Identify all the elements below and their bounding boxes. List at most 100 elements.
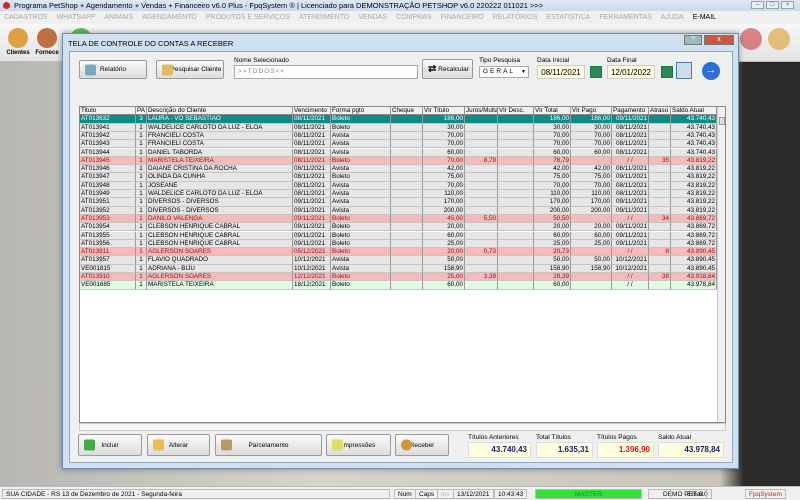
status-caps: Caps — [415, 489, 439, 499]
maximize-button[interactable]: □ — [766, 1, 779, 9]
table-row[interactable]: AT013942 1 FRANCIELI COSTA 08/11/2021 Avista… — [80, 131, 718, 141]
calendar-icon[interactable] — [590, 66, 602, 78]
column-header[interactable]: Titulo — [80, 107, 136, 116]
table-row[interactable]: AT013956 1 CLEBSON HENRIQUE CABRAL 09/11/20… — [80, 239, 718, 249]
grid-cell — [465, 165, 498, 174]
grid-cell: Boleto — [331, 231, 391, 240]
pesquisar-cliente-button[interactable]: Pesquisar Cliente — [156, 60, 224, 79]
relatorio-button[interactable]: Relatório — [79, 60, 147, 79]
horizontal-scrollbar[interactable] — [79, 423, 726, 431]
grid-cell: 10/12/2021 — [612, 256, 649, 265]
column-header[interactable]: Forma pgto — [331, 107, 391, 116]
menu-item[interactable]: E-MAIL — [693, 11, 716, 24]
dialog-close-button[interactable]: x — [704, 35, 734, 45]
menu-item[interactable]: PRODUTOS E SERVIÇOS — [206, 11, 290, 24]
grid-cell — [391, 165, 423, 174]
table-row[interactable]: AT013911 1 AGLERSON SOARES 05/12/2021 Boleto… — [80, 248, 718, 257]
table-row[interactable]: AT013957 1 FLAVIO QUADRADO 10/12/2021 Avista… — [80, 256, 718, 265]
status-email-button[interactable]: Email — [670, 489, 708, 499]
column-header[interactable]: Vlr Desc. — [498, 107, 534, 116]
table-row[interactable]: AT013947 1 OLINDA DA CUNHA 08/11/2021 Boleto… — [80, 173, 718, 182]
menu-item[interactable]: AJUDA — [661, 11, 684, 24]
grid-cell — [465, 231, 498, 240]
column-header[interactable]: Saldo Atual — [671, 107, 717, 116]
column-header[interactable]: Descrição do Cliente — [147, 107, 293, 116]
clientes-button[interactable]: Clientes — [4, 26, 32, 60]
incluir-button[interactable]: Incluir — [78, 434, 142, 456]
parcelamento-button[interactable]: Parcelamento — [215, 434, 322, 456]
receber-button[interactable]: Receber — [395, 434, 449, 456]
nome-selecionado-input[interactable]: >>TODOS<< — [234, 65, 418, 79]
menu-item[interactable]: ATENDIMENTO — [299, 11, 349, 24]
table-row[interactable]: AT013949 1 WALDELICE CARLOTO DA LUZ - ELOÁ… — [80, 190, 718, 199]
menu-item[interactable]: AGENDAMENTO — [142, 11, 197, 24]
table-row[interactable]: AT013954 1 CLEBSON HENRIQUE CABRAL 09/11/20… — [80, 223, 718, 232]
menu-item[interactable]: COMPRAS — [396, 11, 431, 24]
column-header[interactable]: Cheque — [391, 107, 423, 116]
grid-cell: AT013944 — [80, 148, 136, 157]
toolbar-icon[interactable] — [740, 28, 762, 50]
table-row[interactable]: AT013948 1 JOSEANE 08/11/2021 Avista 70,00 70,… — [80, 181, 718, 190]
table-row[interactable]: AT013953 1 DANILO VALENGA 09/11/2021 Boleto 4… — [80, 214, 718, 224]
grid-cell: 10/12/2021 — [293, 264, 331, 273]
grid-cell: Boleto — [331, 223, 391, 232]
menu-item[interactable]: CADASTROS — [4, 11, 48, 24]
grid-cell: 75,00 — [534, 173, 571, 182]
close-window-button[interactable]: × — [781, 1, 794, 9]
grid-cell — [465, 173, 498, 182]
menu-item[interactable]: WHATSAPP — [57, 11, 96, 24]
table-row[interactable]: AT013943 1 FRANCIELI COSTA 08/11/2021 Avista… — [80, 140, 718, 149]
vertical-scrollbar[interactable] — [717, 107, 725, 422]
impressoes-button[interactable]: Impressões — [326, 434, 391, 456]
table-row[interactable]: AT013945 1 MARISTELA TEIXEIRA 08/11/2021 Bol… — [80, 156, 718, 166]
table-row[interactable]: AT013946 1 DAIANE CRISTINA DA ROCHA 08/11/2… — [80, 165, 718, 174]
grid-cell — [498, 256, 534, 265]
fornece-button[interactable]: Fornece — [33, 26, 61, 60]
column-header[interactable]: PA — [136, 107, 147, 116]
menu-item[interactable]: VENDAS — [358, 11, 387, 24]
table-row[interactable]: VE001815 1 ADRIANA - BIJU 10/12/2021 Avista 1… — [80, 264, 718, 273]
column-header[interactable]: Juros/Multa — [465, 107, 498, 116]
grid-cell: AT013953 — [80, 214, 136, 224]
grid-cell: 1 — [136, 223, 147, 232]
grid-cell — [498, 181, 534, 190]
column-header[interactable]: Vlr Pago — [571, 107, 612, 116]
arrow-right-icon[interactable]: → — [702, 62, 720, 80]
alterar-button[interactable]: Alterar — [147, 434, 210, 456]
column-header[interactable]: Vlr Título — [423, 107, 465, 116]
data-inicial-input[interactable]: 08/11/2021 — [537, 65, 585, 79]
data-final-input[interactable]: 12/01/2022 — [607, 65, 655, 79]
grid-cell: 09/11/2021 — [293, 198, 331, 207]
column-header[interactable]: Vencimento — [293, 107, 331, 116]
table-row[interactable]: AT013632 3 LAURA - VÓ SEBASTIÃO 08/11/2021 B… — [80, 115, 718, 124]
incluir-label: Incluir — [101, 441, 119, 449]
menu-item[interactable]: FINANCEIRO — [441, 11, 484, 24]
tipo-pesquisa-select[interactable]: GERAL ▼ — [479, 66, 529, 78]
table-row[interactable]: AT013941 1 WALDELICE CARLOTO DA LUZ - ELOÁ… — [80, 123, 718, 132]
grid-cell: OLINDA DA CUNHA — [147, 173, 293, 182]
table-row[interactable]: VE001685 1 MARISTELA TEIXEIRA 18/12/2021 Bol… — [80, 281, 718, 290]
grid-cell: 1 — [136, 181, 147, 190]
menu-item[interactable]: ESTATISTICA — [546, 11, 590, 24]
help-button[interactable]: ? — [684, 35, 702, 45]
menu-item[interactable]: FERRAMENTAS — [599, 11, 651, 24]
table-row[interactable]: AT013910 1 AGLERSON SOARES 12/12/2021 Boleto… — [80, 273, 718, 282]
toolbar-icon[interactable] — [768, 28, 790, 50]
menu-item[interactable]: ANIMAIS — [104, 11, 133, 24]
table-row[interactable]: AT013944 1 DANIEL TABORDA 08/11/2021 Avista 6… — [80, 148, 718, 157]
refresh-icon[interactable] — [676, 62, 692, 79]
calendar-icon[interactable] — [661, 66, 673, 78]
column-header[interactable]: Vlr Total — [534, 107, 571, 116]
grid-cell: Avista — [331, 190, 391, 199]
table-row[interactable]: AT013951 1 DIVERSOS - DIVERSOS 09/11/2021 Av… — [80, 198, 718, 207]
table-row[interactable]: AT013955 1 CLEBSON HENRIQUE CABRAL 09/11/20… — [80, 231, 718, 240]
column-header[interactable]: Atraso — [649, 107, 671, 116]
minimize-button[interactable]: – — [751, 1, 764, 9]
grid-cell: 1 — [136, 148, 147, 157]
column-header[interactable]: Pagamento — [612, 107, 649, 116]
recalcular-button[interactable]: ⇄ Recalcular — [422, 59, 473, 79]
menu-item[interactable]: RELATÓRIOS — [493, 11, 538, 24]
table-row[interactable]: AT013952 1 DIVERSOS - DIVERSOS 09/11/2021 Av… — [80, 206, 718, 215]
grid-cell: Avista — [331, 264, 391, 273]
grid-cell — [498, 148, 534, 157]
